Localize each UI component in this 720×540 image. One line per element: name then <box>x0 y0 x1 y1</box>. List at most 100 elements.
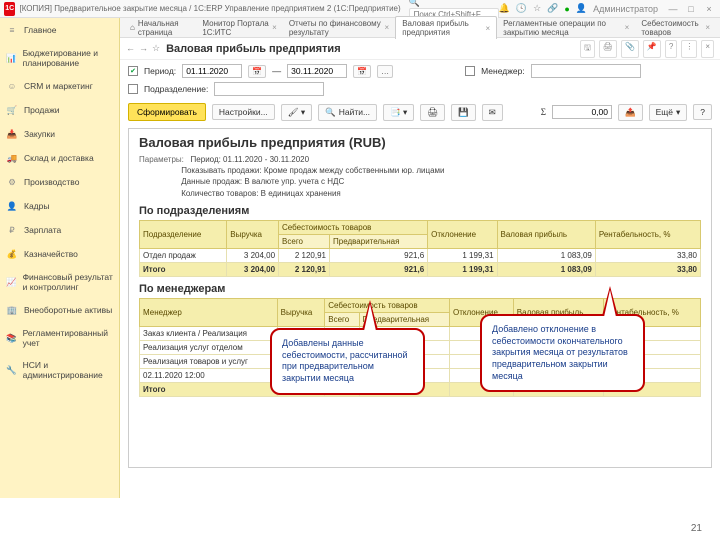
tab-label: Монитор Портала 1С:ИТС <box>202 19 269 37</box>
sidebar-item-salary[interactable]: ₽Зарплата <box>0 218 119 242</box>
sidebar-item-regaccount[interactable]: 📚Регламентированный учет <box>0 322 119 354</box>
star-icon[interactable]: ☆ <box>152 43 160 54</box>
page-toolbar: ← → ☆ Валовая прибыль предприятия 🖫 🖨 📎 … <box>120 38 720 60</box>
sidebar-item-nsi[interactable]: 🔧НСИ и администрирование <box>0 354 119 386</box>
cell: 3 204,00 <box>227 262 279 276</box>
link-icon[interactable]: 🔗 <box>547 3 558 14</box>
tab-cost[interactable]: Себестоимость товаров× <box>635 17 716 39</box>
more-button[interactable]: Ещё ▾ <box>649 104 688 121</box>
save-report-button[interactable]: 💾 <box>451 104 476 121</box>
minimize-icon[interactable]: — <box>666 4 680 14</box>
more-icon[interactable]: ⋮ <box>681 40 697 58</box>
content-area: ⌂Начальная страница Монитор Портала 1С:И… <box>120 18 720 498</box>
forward-icon[interactable]: → <box>139 43 148 54</box>
sidebar-item-warehouse[interactable]: 🚚Склад и доставка <box>0 146 119 170</box>
manager-input[interactable] <box>531 64 641 78</box>
user-icon[interactable]: 👤 <box>576 3 587 14</box>
more-label: Ещё <box>656 107 673 117</box>
close-tab-icon[interactable]: × <box>486 24 491 33</box>
money-icon: 💰 <box>6 248 18 260</box>
close-icon[interactable]: × <box>702 4 716 14</box>
print-button[interactable]: 🖨 <box>420 104 445 121</box>
sidebar-item-main[interactable]: ≡Главное <box>0 18 119 42</box>
dash: — <box>272 66 281 76</box>
find-button[interactable]: 🔍Найти... <box>318 104 377 121</box>
param-line: Данные продаж: В валюте упр. учета с НДС <box>181 177 344 186</box>
settings-button[interactable]: Настройки... <box>212 104 275 120</box>
col-cost-prelim: Предварительная <box>330 234 428 248</box>
form-button[interactable]: Сформировать <box>128 103 206 121</box>
close-tab-icon[interactable]: × <box>385 23 390 32</box>
tab-grossprofit[interactable]: Валовая прибыль предприятия× <box>395 16 497 39</box>
cell: 3 204,00 <box>227 248 279 262</box>
col-cost: Себестоимость товаров <box>279 220 428 234</box>
sidebar-label: Продажи <box>24 105 60 115</box>
period-checkbox[interactable] <box>128 66 138 76</box>
export-button[interactable]: 📤 <box>618 104 643 121</box>
bell-icon[interactable]: 🔔 <box>499 3 510 14</box>
close-tab-icon[interactable]: × <box>272 23 277 32</box>
sidebar-item-production[interactable]: ⚙Производство <box>0 170 119 194</box>
cell: 33,80 <box>595 262 700 276</box>
col-revenue: Выручка <box>227 220 279 248</box>
sidebar-item-finresult[interactable]: 📈Финансовый результат и контроллинг <box>0 266 119 298</box>
sidebar-item-crm[interactable]: ☺CRM и маркетинг <box>0 74 119 98</box>
cell: Итого <box>140 262 227 276</box>
help-icon[interactable]: ? <box>665 40 677 58</box>
ruble-icon: ₽ <box>6 224 18 236</box>
period-more-icon[interactable]: … <box>377 65 393 78</box>
col-rent: Рентабельность, % <box>595 220 700 248</box>
tab-regops[interactable]: Регламентные операции по закрытию месяца… <box>497 17 635 39</box>
cell: 2 120,91 <box>279 262 330 276</box>
period-label: Период: <box>144 66 176 76</box>
sidebar-item-fixedassets[interactable]: 🏢Внеоборотные активы <box>0 298 119 322</box>
star-icon[interactable]: ☆ <box>533 3 541 14</box>
cell: 1 199,31 <box>428 248 497 262</box>
report-params: Параметры: Период: 01.11.2020 - 30.11.20… <box>139 154 701 199</box>
sidebar-item-hr[interactable]: 👤Кадры <box>0 194 119 218</box>
cell: Реализация товаров и услуг <box>140 354 278 368</box>
hierarchy-button[interactable]: 📑 ▾ <box>383 104 414 121</box>
chart-icon: 📊 <box>6 52 17 64</box>
help-button[interactable]: ? <box>693 104 712 120</box>
subdivision-input[interactable] <box>214 82 324 96</box>
subdivision-checkbox[interactable] <box>128 84 138 94</box>
tab-monitor[interactable]: Монитор Портала 1С:ИТС× <box>196 17 282 39</box>
brush-button[interactable]: 🖌 ▾ <box>281 104 312 121</box>
close-tab-icon[interactable]: × <box>705 23 710 32</box>
save-icon[interactable]: 🖫 <box>580 40 595 58</box>
tab-finreports[interactable]: Отчеты по финансовому результату× <box>283 17 395 39</box>
period-from-input[interactable] <box>182 64 242 78</box>
cell: 921,6 <box>330 262 428 276</box>
manager-checkbox[interactable] <box>465 66 475 76</box>
table-row[interactable]: Отдел продаж 3 204,00 2 120,91 921,6 1 1… <box>140 248 701 262</box>
period-to-input[interactable] <box>287 64 347 78</box>
back-icon[interactable]: ← <box>126 43 135 54</box>
attach-icon[interactable]: 📎 <box>621 40 639 58</box>
close-tab-icon[interactable]: × <box>625 23 630 32</box>
mail-button[interactable]: ✉ <box>482 104 503 121</box>
calendar-from-icon[interactable]: 📅 <box>248 65 266 78</box>
maximize-icon[interactable]: □ <box>684 4 698 14</box>
clock-icon[interactable]: 🕓 <box>516 3 527 14</box>
close-page-icon[interactable]: × <box>701 40 714 58</box>
truck-icon: 🚚 <box>6 152 18 164</box>
pin-icon[interactable]: 📌 <box>643 40 661 58</box>
calendar-to-icon[interactable]: 📅 <box>353 65 371 78</box>
sidebar-label: НСИ и администрирование <box>23 360 113 380</box>
book-icon: 📚 <box>6 332 17 344</box>
sidebar-item-purchase[interactable]: 📥Закупки <box>0 122 119 146</box>
sidebar-item-sales[interactable]: 🛒Продажи <box>0 98 119 122</box>
user-name[interactable]: Администратор <box>593 4 658 14</box>
table-subdivisions: Подразделение Выручка Себестоимость това… <box>139 220 701 277</box>
building-icon: 🏢 <box>6 304 18 316</box>
cell: 02.11.2020 12:00 <box>140 368 278 382</box>
sidebar-item-budgeting[interactable]: 📊Бюджетирование и планирование <box>0 42 119 74</box>
report-body: Валовая прибыль предприятия (RUB) Параме… <box>128 128 712 468</box>
sidebar-item-treasury[interactable]: 💰Казначейство <box>0 242 119 266</box>
col-cost-total: Всего <box>325 312 359 326</box>
gear-icon: ⚙ <box>6 176 18 188</box>
print-icon[interactable]: 🖨 <box>599 40 617 58</box>
app-title: [КОПИЯ] Предварительное закрытие месяца … <box>19 4 400 13</box>
tab-home[interactable]: ⌂Начальная страница <box>124 17 196 39</box>
